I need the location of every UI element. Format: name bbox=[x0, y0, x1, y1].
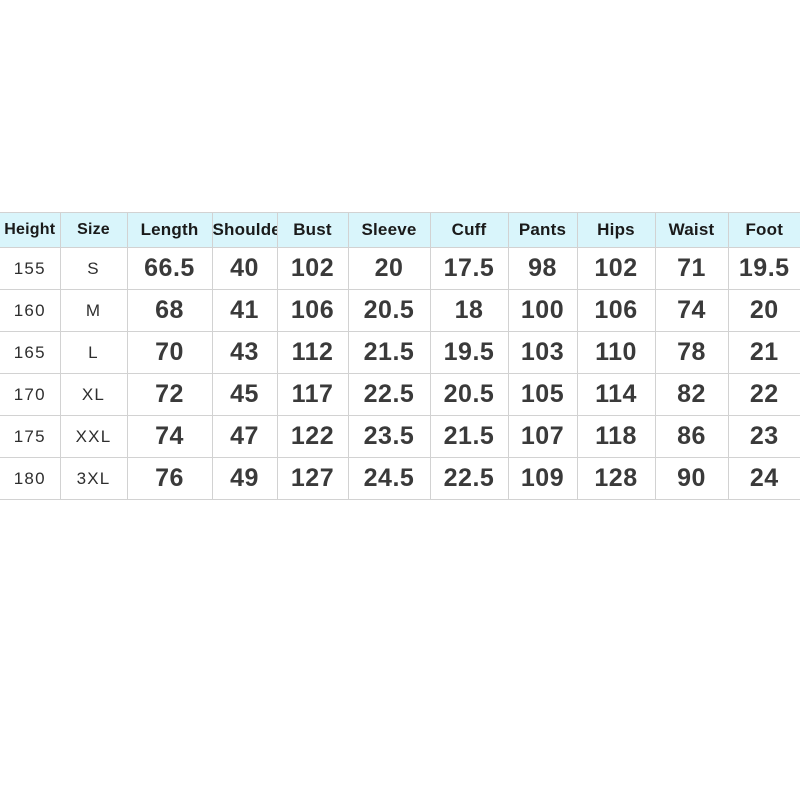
cell-waist: 74 bbox=[654, 289, 728, 332]
cell-foot: 24 bbox=[727, 457, 800, 500]
cell-size: M bbox=[59, 289, 127, 332]
table-header: Height Size Length Shoulder Bust Sleeve … bbox=[0, 212, 800, 248]
table-row: 180 3XL 76 49 127 24.5 22.5 109 128 90 2… bbox=[0, 457, 800, 500]
cell-shoulder: 45 bbox=[211, 373, 277, 416]
cell-pants: 100 bbox=[507, 289, 577, 332]
cell-bust: 117 bbox=[276, 373, 348, 416]
cell-length: 70 bbox=[126, 331, 212, 374]
cell-pants: 98 bbox=[507, 247, 577, 290]
table-row: 160 M 68 41 106 20.5 18 100 106 74 20 bbox=[0, 289, 800, 332]
cell-pants: 107 bbox=[507, 415, 577, 458]
column-header-bust: Bust bbox=[276, 212, 348, 248]
column-header-height: Height bbox=[0, 212, 60, 248]
column-header-waist: Waist bbox=[654, 212, 728, 248]
cell-height: 160 bbox=[0, 289, 60, 332]
table-row: 165 L 70 43 112 21.5 19.5 103 110 78 21 bbox=[0, 331, 800, 374]
cell-height: 170 bbox=[0, 373, 60, 416]
cell-shoulder: 40 bbox=[211, 247, 277, 290]
column-header-pants: Pants bbox=[507, 212, 577, 248]
column-header-cuff: Cuff bbox=[429, 212, 508, 248]
cell-waist: 86 bbox=[654, 415, 728, 458]
cell-height: 175 bbox=[0, 415, 60, 458]
cell-shoulder: 49 bbox=[211, 457, 277, 500]
table-body: 155 S 66.5 40 102 20 17.5 98 102 71 19.5… bbox=[0, 247, 800, 500]
cell-bust: 106 bbox=[276, 289, 348, 332]
cell-bust: 122 bbox=[276, 415, 348, 458]
cell-bust: 102 bbox=[276, 247, 348, 290]
header-row: Height Size Length Shoulder Bust Sleeve … bbox=[0, 212, 800, 248]
size-chart-table: Height Size Length Shoulder Bust Sleeve … bbox=[0, 212, 800, 500]
size-chart-container: Height Size Length Shoulder Bust Sleeve … bbox=[0, 212, 800, 500]
cell-foot: 20 bbox=[727, 289, 800, 332]
column-header-foot: Foot bbox=[727, 212, 800, 248]
cell-length: 66.5 bbox=[126, 247, 212, 290]
cell-size: XL bbox=[59, 373, 127, 416]
cell-hips: 110 bbox=[576, 331, 655, 374]
cell-foot: 21 bbox=[727, 331, 800, 374]
cell-cuff: 20.5 bbox=[429, 373, 508, 416]
cell-waist: 71 bbox=[654, 247, 728, 290]
cell-height: 180 bbox=[0, 457, 60, 500]
cell-size: S bbox=[59, 247, 127, 290]
cell-sleeve: 21.5 bbox=[347, 331, 430, 374]
cell-hips: 128 bbox=[576, 457, 655, 500]
cell-length: 68 bbox=[126, 289, 212, 332]
cell-foot: 23 bbox=[727, 415, 800, 458]
cell-pants: 109 bbox=[507, 457, 577, 500]
cell-sleeve: 20 bbox=[347, 247, 430, 290]
cell-height: 165 bbox=[0, 331, 60, 374]
cell-pants: 103 bbox=[507, 331, 577, 374]
cell-height: 155 bbox=[0, 247, 60, 290]
cell-hips: 118 bbox=[576, 415, 655, 458]
cell-foot: 19.5 bbox=[727, 247, 800, 290]
cell-size: XXL bbox=[59, 415, 127, 458]
cell-sleeve: 23.5 bbox=[347, 415, 430, 458]
cell-sleeve: 22.5 bbox=[347, 373, 430, 416]
cell-length: 74 bbox=[126, 415, 212, 458]
cell-shoulder: 43 bbox=[211, 331, 277, 374]
cell-size: L bbox=[59, 331, 127, 374]
cell-length: 76 bbox=[126, 457, 212, 500]
cell-cuff: 22.5 bbox=[429, 457, 508, 500]
cell-bust: 112 bbox=[276, 331, 348, 374]
cell-waist: 82 bbox=[654, 373, 728, 416]
cell-shoulder: 41 bbox=[211, 289, 277, 332]
cell-hips: 106 bbox=[576, 289, 655, 332]
cell-hips: 114 bbox=[576, 373, 655, 416]
table-row: 170 XL 72 45 117 22.5 20.5 105 114 82 22 bbox=[0, 373, 800, 416]
column-header-size: Size bbox=[59, 212, 127, 248]
cell-size: 3XL bbox=[59, 457, 127, 500]
column-header-shoulder: Shoulder bbox=[211, 212, 277, 248]
cell-sleeve: 24.5 bbox=[347, 457, 430, 500]
cell-length: 72 bbox=[126, 373, 212, 416]
column-header-length: Length bbox=[126, 212, 212, 248]
table-row: 155 S 66.5 40 102 20 17.5 98 102 71 19.5 bbox=[0, 247, 800, 290]
cell-cuff: 18 bbox=[429, 289, 508, 332]
cell-foot: 22 bbox=[727, 373, 800, 416]
cell-cuff: 17.5 bbox=[429, 247, 508, 290]
table-row: 175 XXL 74 47 122 23.5 21.5 107 118 86 2… bbox=[0, 415, 800, 458]
cell-cuff: 19.5 bbox=[429, 331, 508, 374]
column-header-hips: Hips bbox=[576, 212, 655, 248]
cell-bust: 127 bbox=[276, 457, 348, 500]
cell-waist: 90 bbox=[654, 457, 728, 500]
cell-hips: 102 bbox=[576, 247, 655, 290]
column-header-sleeve: Sleeve bbox=[347, 212, 430, 248]
cell-sleeve: 20.5 bbox=[347, 289, 430, 332]
cell-shoulder: 47 bbox=[211, 415, 277, 458]
cell-cuff: 21.5 bbox=[429, 415, 508, 458]
cell-pants: 105 bbox=[507, 373, 577, 416]
cell-waist: 78 bbox=[654, 331, 728, 374]
